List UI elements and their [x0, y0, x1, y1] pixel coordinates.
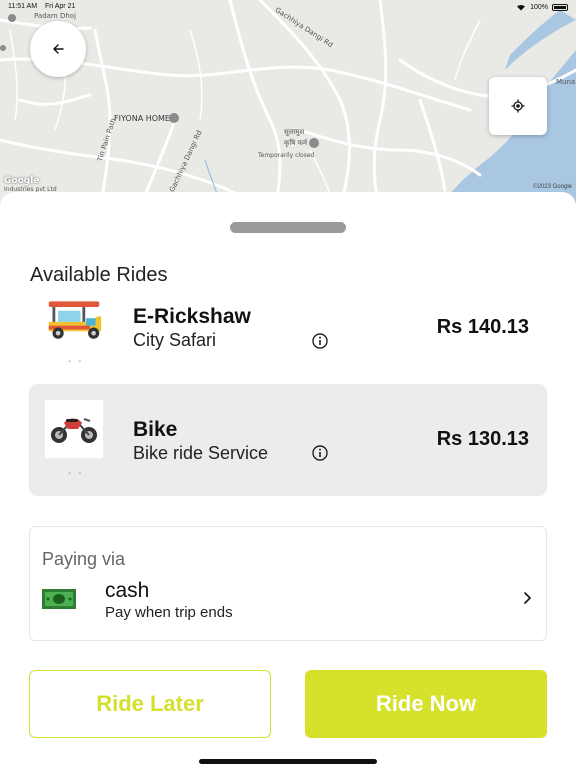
wifi-icon	[517, 4, 526, 11]
ride-price: Rs 130.13	[436, 428, 529, 450]
back-button[interactable]	[30, 21, 86, 77]
map-view[interactable]: Padam Dhoj Gachhiya Dangi Rd FIYONA HOME…	[0, 0, 576, 210]
ride-subtitle: Bike ride Service	[133, 443, 269, 463]
ride-later-button[interactable]: Ride Later	[29, 670, 271, 738]
google-logo: Google	[4, 176, 40, 186]
my-location-icon	[511, 99, 525, 113]
ride-eta-placeholder: - -	[68, 356, 84, 367]
map-label-poi-status: Temporarily closed	[258, 152, 315, 159]
payment-method-card[interactable]: Paying via cash Pay when trip ends	[29, 526, 547, 641]
ride-option-bike[interactable]: - - Bike Bike ride Service Rs 130.13	[29, 384, 547, 496]
ride-subtitle: City Safari	[133, 330, 217, 350]
bike-image	[45, 400, 103, 458]
bottom-sheet: Available Rides - - E-Rickshaw City Safa…	[0, 192, 576, 768]
map-label-area: Muna	[556, 78, 576, 86]
battery-percent: 100%	[530, 3, 548, 11]
info-icon[interactable]	[311, 332, 329, 350]
map-label-poi: कृषि फर्म	[284, 139, 308, 147]
map-label-fiyona-home: FIYONA HOME	[114, 114, 170, 123]
chevron-right-icon	[524, 592, 531, 604]
ride-name: Bike	[133, 418, 178, 441]
payment-method-subtitle: Pay when trip ends	[105, 604, 233, 621]
battery-icon	[552, 3, 568, 11]
sheet-drag-handle[interactable]	[230, 222, 346, 233]
motorbike-icon	[51, 418, 97, 443]
status-bar: 11:51 AM Fri Apr 21 100%	[0, 0, 576, 14]
ride-option-e-rickshaw[interactable]: - - E-Rickshaw City Safari Rs 140.13	[29, 272, 547, 384]
map-label-poi: सुलामुस	[284, 128, 305, 136]
e-rickshaw-image	[45, 292, 103, 350]
ride-name: E-Rickshaw	[133, 305, 251, 328]
ride-eta-placeholder: - -	[68, 468, 84, 479]
cash-icon	[42, 589, 76, 609]
home-indicator	[199, 759, 377, 764]
payment-title: Paying via	[42, 549, 126, 569]
ride-now-button[interactable]: Ride Now	[305, 670, 547, 738]
e-rickshaw-icon	[48, 301, 102, 339]
ride-price: Rs 140.13	[436, 316, 529, 338]
info-icon[interactable]	[311, 444, 329, 462]
payment-method-name: cash	[105, 579, 150, 602]
my-location-button[interactable]	[489, 77, 547, 135]
map-copyright: ©2023 Google	[533, 184, 572, 190]
status-date: Fri Apr 21	[45, 3, 76, 10]
arrow-left-icon	[53, 44, 64, 54]
status-time: 11:51 AM	[8, 3, 38, 10]
